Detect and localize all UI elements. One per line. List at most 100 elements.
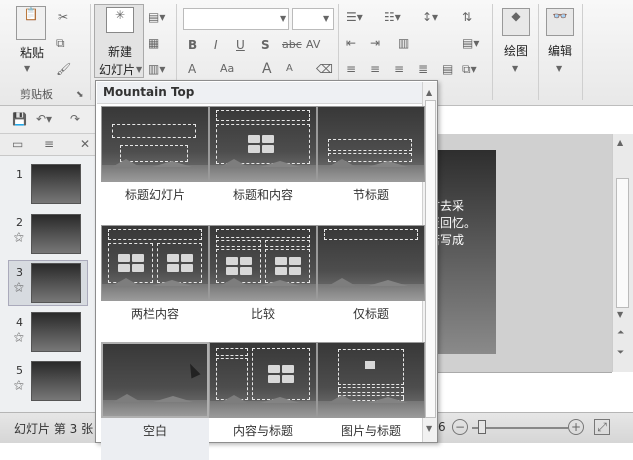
content-icons bbox=[167, 254, 193, 272]
scroll-thumb[interactable] bbox=[616, 178, 629, 308]
paste-icon[interactable]: 📋 bbox=[16, 6, 46, 40]
layout-title-content[interactable]: 标题和内容 bbox=[209, 106, 317, 224]
shrink-font-button[interactable]: A bbox=[286, 62, 293, 76]
columns-icon[interactable]: ▥ bbox=[398, 36, 409, 50]
smartart-icon[interactable]: ⧉▾ bbox=[462, 62, 477, 76]
content-icons bbox=[268, 365, 294, 383]
dialog-launcher-icon[interactable]: ⬊ bbox=[76, 88, 84, 102]
redo-icon[interactable]: ↷ bbox=[70, 112, 80, 126]
editing-button-label[interactable]: 编辑 bbox=[542, 42, 578, 59]
prev-slide-icon[interactable]: ⏶ bbox=[617, 326, 624, 340]
panel-tabs: ▭ ≡ ✕ bbox=[0, 134, 96, 156]
layout-icon[interactable]: ▤▾ bbox=[148, 10, 165, 24]
layout-label: 仅标题 bbox=[352, 307, 389, 321]
layout-picture-with-caption[interactable]: 图片与标题 bbox=[317, 342, 425, 460]
font-name-select[interactable] bbox=[183, 8, 289, 30]
slide-counter: 幻灯片 第 3 张 bbox=[14, 422, 94, 436]
group-separator bbox=[582, 4, 583, 100]
slide-number: 1 bbox=[16, 168, 23, 181]
next-slide-icon[interactable]: ⏷ bbox=[617, 346, 624, 360]
align-center-icon[interactable]: ≡ bbox=[370, 62, 380, 76]
chevron-down-icon[interactable]: ▼ bbox=[280, 12, 286, 26]
layout-title-only[interactable]: 仅标题 bbox=[317, 225, 425, 343]
layout-label: 标题和内容 bbox=[232, 188, 293, 202]
paste-dropdown-icon[interactable]: ▼ bbox=[24, 62, 30, 76]
caption-title-placeholder bbox=[338, 387, 404, 393]
zoom-slider[interactable] bbox=[472, 427, 568, 429]
scroll-thumb[interactable] bbox=[425, 100, 436, 418]
line-spacing-icon[interactable]: ↕▾ bbox=[422, 10, 438, 24]
slide-thumbnail[interactable] bbox=[31, 312, 81, 352]
outline-tab-icon[interactable]: ≡ bbox=[44, 137, 54, 151]
undo-icon[interactable]: ↶▾ bbox=[36, 112, 52, 126]
drawing-button-label[interactable]: 绘图 bbox=[498, 42, 534, 59]
slides-tab-icon[interactable]: ▭ bbox=[12, 137, 23, 151]
animation-icon: ⚝ bbox=[14, 282, 24, 293]
group-separator bbox=[90, 4, 91, 100]
content-icons bbox=[226, 257, 252, 275]
zoom-slider-thumb[interactable] bbox=[478, 420, 486, 434]
fit-window-icon[interactable]: ⤢ bbox=[594, 419, 610, 435]
clear-format-icon[interactable]: ⌫ bbox=[316, 62, 333, 76]
shapes-icon[interactable]: ◆ bbox=[502, 8, 530, 36]
layout-section-header[interactable]: 节标题 bbox=[317, 106, 425, 224]
chevron-down-icon[interactable]: ▼ bbox=[556, 62, 562, 76]
decrease-indent-icon[interactable]: ⇤ bbox=[346, 36, 356, 50]
strikethrough-button[interactable]: abc bbox=[282, 38, 302, 52]
numbering-icon[interactable]: ☷▾ bbox=[384, 10, 401, 24]
section-icon[interactable]: ▥▾ bbox=[148, 62, 165, 76]
scroll-up-icon[interactable]: ▲ bbox=[617, 136, 623, 150]
slide-body-text[interactable]: 时去采 至回忆。 若写成 bbox=[428, 198, 498, 249]
layout-blank[interactable]: 空白 bbox=[101, 342, 209, 460]
grow-font-button[interactable]: A bbox=[262, 62, 272, 76]
justify-icon[interactable]: ≣ bbox=[418, 62, 428, 76]
new-slide-button[interactable]: ✳ 新建 幻灯片 ▼ bbox=[94, 4, 144, 78]
format-painter-icon[interactable]: 🖌 bbox=[56, 62, 71, 76]
slide-thumbnail[interactable] bbox=[31, 164, 81, 204]
mountain-graphic bbox=[318, 159, 424, 181]
distribute-icon[interactable]: ▤ bbox=[442, 62, 453, 76]
mountain-graphic bbox=[103, 394, 207, 416]
bullets-icon[interactable]: ☰▾ bbox=[346, 10, 363, 24]
scroll-up-icon[interactable]: ▲ bbox=[426, 86, 432, 100]
font-color-button[interactable]: A bbox=[188, 62, 196, 76]
mountain-graphic bbox=[210, 395, 316, 417]
copy-icon[interactable]: ⧉ bbox=[56, 36, 65, 50]
layout-title-slide[interactable]: 标题幻灯片 bbox=[101, 106, 209, 224]
scroll-down-icon[interactable]: ▼ bbox=[617, 308, 623, 322]
underline-button[interactable]: U bbox=[236, 38, 245, 52]
layout-thumbnail bbox=[209, 225, 317, 301]
close-icon[interactable]: ✕ bbox=[80, 137, 90, 151]
layout-content-with-caption[interactable]: 内容与标题 bbox=[209, 342, 317, 460]
chevron-down-icon: ▼ bbox=[136, 65, 143, 74]
align-left-icon[interactable]: ≡ bbox=[346, 62, 356, 76]
slide-thumbnail[interactable] bbox=[31, 361, 81, 401]
change-case-button[interactable]: Aa bbox=[220, 62, 234, 76]
slide-thumbnail[interactable] bbox=[31, 263, 81, 303]
italic-button[interactable]: I bbox=[214, 38, 218, 52]
layout-two-content[interactable]: 两栏内容 bbox=[101, 225, 209, 343]
chevron-down-icon[interactable]: ▼ bbox=[512, 62, 518, 76]
reset-icon[interactable]: ▦ bbox=[148, 36, 159, 50]
layout-comparison[interactable]: 比较 bbox=[209, 225, 317, 343]
align-text-icon[interactable]: ▤▾ bbox=[462, 36, 479, 50]
current-slide[interactable] bbox=[430, 150, 496, 354]
text-direction-icon[interactable]: ⇅ bbox=[462, 10, 472, 24]
layout-thumbnail bbox=[101, 106, 209, 182]
zoom-in-icon[interactable]: + bbox=[568, 419, 584, 435]
char-spacing-button[interactable]: AV bbox=[306, 38, 320, 52]
binoculars-icon[interactable]: 👓 bbox=[546, 8, 574, 36]
save-icon[interactable]: 💾 bbox=[12, 112, 27, 126]
zoom-out-icon[interactable]: − bbox=[452, 419, 468, 435]
bold-button[interactable]: B bbox=[188, 38, 197, 52]
increase-indent-icon[interactable]: ⇥ bbox=[370, 36, 380, 50]
vertical-scrollbar[interactable]: ▲ ▼ ⏶ ⏷ bbox=[612, 134, 633, 372]
layout-gallery: Mountain Top ▲ ▼ 标题幻灯片 标题和内容 节标题 两栏内容 比较… bbox=[95, 80, 438, 460]
chevron-down-icon[interactable]: ▼ bbox=[323, 12, 329, 26]
scroll-down-icon[interactable]: ▼ bbox=[426, 422, 432, 436]
paste-button-label[interactable]: 粘贴 bbox=[12, 44, 52, 61]
slide-thumbnail[interactable] bbox=[31, 214, 81, 254]
cut-icon[interactable]: ✂ bbox=[58, 10, 68, 24]
align-right-icon[interactable]: ≡ bbox=[394, 62, 404, 76]
shadow-button[interactable]: S bbox=[261, 38, 270, 52]
